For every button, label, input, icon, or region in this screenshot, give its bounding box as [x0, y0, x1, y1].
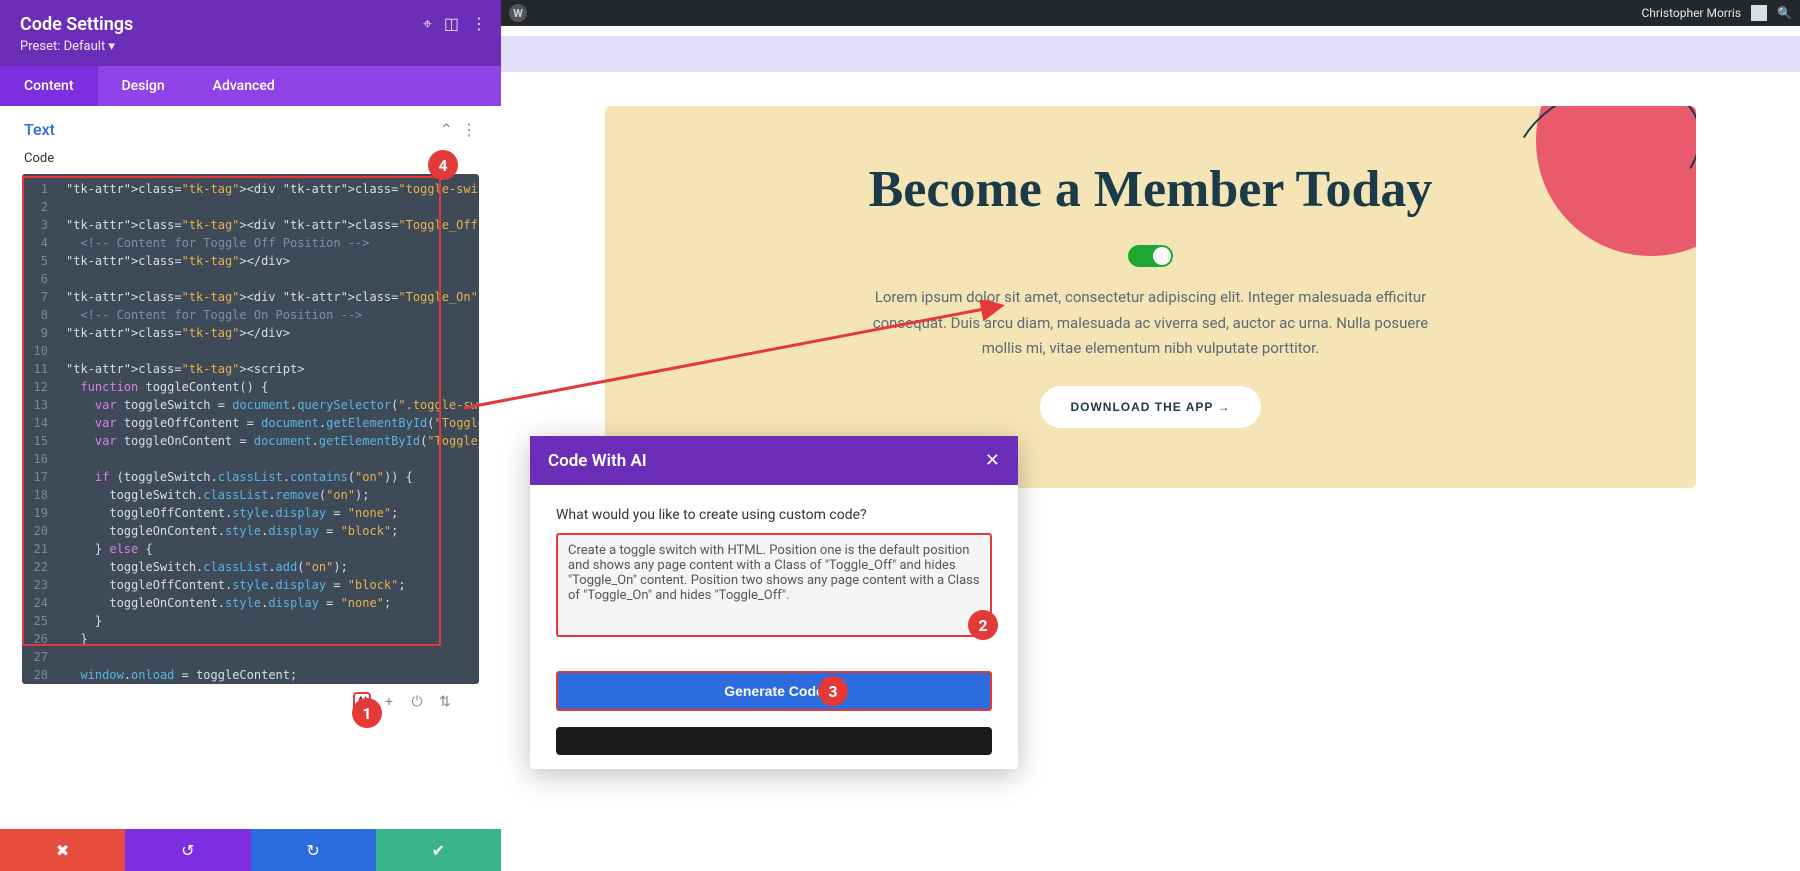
annotation-badge-2: 2 [968, 610, 998, 640]
annotation-badge-3: 3 [818, 676, 848, 706]
settings-sidebar: Code Settings Preset: Default ▾ ⌖ ◫ ⋮ Co… [0, 0, 501, 871]
preset-selector[interactable]: Preset: Default ▾ [20, 39, 481, 54]
toggle-knob [1153, 247, 1171, 265]
bottom-actions: ✖ ↺ ↻ ✔ [0, 829, 501, 871]
decorative-blob [1536, 106, 1696, 256]
ai-prompt-input[interactable] [556, 533, 992, 637]
code-gutter: 1234567891011121314151617181920212223242… [22, 180, 56, 684]
undo-button[interactable]: ↺ [125, 829, 250, 871]
redo-button[interactable]: ↻ [251, 829, 376, 871]
focus-icon[interactable]: ⌖ [423, 14, 432, 34]
search-icon[interactable]: 🔍 [1777, 6, 1792, 20]
editor-toolbar: AI + ⏻ ⇅ [0, 688, 501, 720]
ai-prompt-label: What would you like to create using cust… [556, 507, 992, 523]
section-head: Text ⌃ ⋮ [0, 106, 501, 147]
tab-advanced[interactable]: Advanced [189, 66, 299, 106]
generate-code-button[interactable]: Generate Code [556, 671, 992, 711]
annotation-badge-4: 4 [428, 150, 458, 180]
cancel-button[interactable]: ✖ [0, 829, 125, 871]
sidebar-title: Code Settings [20, 14, 481, 35]
tab-content[interactable]: Content [0, 66, 98, 106]
ai-panel-title: Code With AI [548, 451, 647, 471]
wp-admin-bar[interactable]: W Christopher Morris 🔍 [501, 0, 1800, 26]
ai-result-preview [556, 727, 992, 755]
hero-paragraph: Lorem ipsum dolor sit amet, consectetur … [871, 285, 1431, 362]
wordpress-logo-icon[interactable]: W [509, 4, 527, 22]
code-body[interactable]: "tk-attr">class="tk-tag"><div "tk-attr">… [56, 180, 479, 684]
hero-section: Become a Member Today Lorem ipsum dolor … [605, 106, 1696, 488]
tab-design[interactable]: Design [98, 66, 189, 106]
section-more-icon[interactable]: ⋮ [461, 120, 477, 139]
avatar[interactable] [1751, 5, 1767, 21]
plus-icon[interactable]: + [379, 692, 399, 712]
ai-panel-header: Code With AI ✕ [530, 436, 1018, 485]
code-editor[interactable]: 1234567891011121314151617181920212223242… [22, 174, 479, 684]
confirm-button[interactable]: ✔ [376, 829, 501, 871]
close-icon[interactable]: ✕ [985, 450, 1000, 471]
decorative-band [501, 26, 1800, 82]
dock-icon[interactable]: ◫ [444, 14, 459, 34]
user-name[interactable]: Christopher Morris [1641, 6, 1741, 20]
section-title: Text [24, 120, 55, 139]
settings-tabs: Content Design Advanced [0, 66, 501, 106]
chevron-up-icon[interactable]: ⌃ [440, 120, 453, 139]
power-icon[interactable]: ⏻ [407, 692, 427, 712]
content-toggle-switch[interactable] [1128, 245, 1173, 267]
hero-heading: Become a Member Today [645, 160, 1656, 219]
more-icon[interactable]: ⋮ [471, 14, 487, 34]
download-app-button[interactable]: DOWNLOAD THE APP → [1040, 386, 1260, 428]
annotation-badge-1: 1 [352, 698, 382, 728]
ai-panel: Code With AI ✕ What would you like to cr… [530, 436, 1018, 769]
sidebar-header: Code Settings Preset: Default ▾ ⌖ ◫ ⋮ [0, 0, 501, 66]
code-label: Code [0, 147, 501, 172]
sort-icon[interactable]: ⇅ [435, 692, 455, 712]
